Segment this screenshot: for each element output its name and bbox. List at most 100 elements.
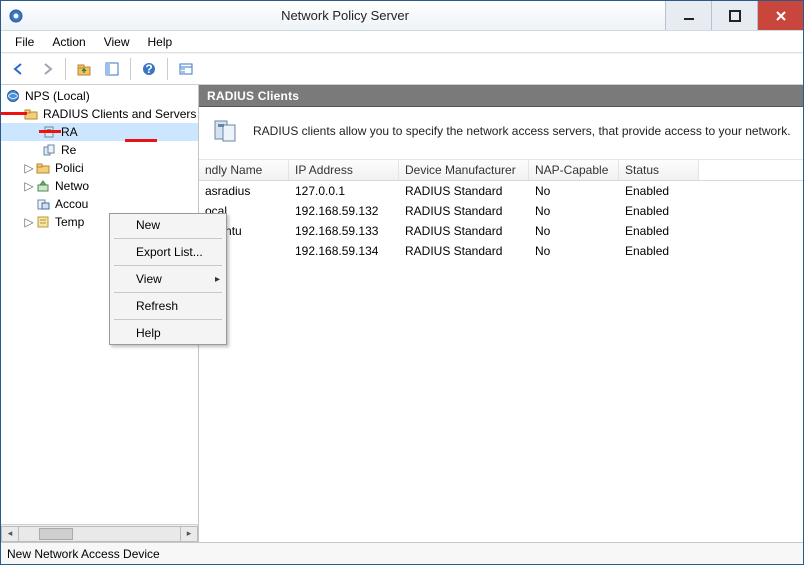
annotation-mark: [1, 112, 27, 115]
minimize-button[interactable]: [665, 1, 711, 30]
menu-action[interactable]: Action: [44, 33, 93, 51]
nav-forward-button[interactable]: [35, 57, 59, 81]
table-row[interactable]: asradius127.0.0.1RADIUS StandardNoEnable…: [199, 181, 803, 201]
cell: 192.168.59.132: [289, 201, 399, 221]
nap-icon: [35, 178, 51, 194]
tree-label: Accou: [55, 197, 88, 211]
annotation-mark: [39, 130, 61, 133]
tree-label: Netwo: [55, 179, 89, 193]
window-title: Network Policy Server: [25, 8, 665, 23]
details-header: RADIUS Clients: [199, 85, 803, 107]
title-bar: Network Policy Server: [1, 1, 803, 31]
scroll-left-button[interactable]: ◂: [1, 526, 19, 542]
ctx-refresh[interactable]: Refresh: [110, 295, 226, 317]
folder-icon: [35, 160, 51, 176]
ctx-label: View: [136, 272, 162, 286]
tree-policies[interactable]: ▷ Polici: [1, 159, 198, 177]
radius-clients-icon: [211, 117, 239, 145]
col-ip-address[interactable]: IP Address: [289, 160, 399, 180]
tree-label: RADIUS Clients and Servers: [43, 107, 196, 121]
cell: No: [529, 241, 619, 261]
svg-text:?: ?: [145, 62, 152, 76]
templates-icon: [35, 214, 51, 230]
show-hide-tree-button[interactable]: [100, 57, 124, 81]
toolbar: ?: [1, 53, 803, 85]
cell: RADIUS Standard: [399, 201, 529, 221]
tree-radius-clients[interactable]: RA: [1, 123, 198, 141]
accounting-icon: [35, 196, 51, 212]
help-button[interactable]: ?: [137, 57, 161, 81]
cell: No: [529, 221, 619, 241]
menu-file[interactable]: File: [7, 33, 42, 51]
app-window: Network Policy Server File Action View H…: [0, 0, 804, 565]
ctx-view[interactable]: View: [110, 268, 226, 290]
tree-label: Re: [61, 143, 76, 157]
cell: No: [529, 181, 619, 201]
ctx-separator: [114, 238, 222, 239]
cell: Enabled: [619, 241, 699, 261]
menu-bar: File Action View Help: [1, 31, 803, 53]
cell: Enabled: [619, 201, 699, 221]
col-friendly-name[interactable]: ndly Name: [199, 160, 289, 180]
col-status[interactable]: Status: [619, 160, 699, 180]
servers-icon: [41, 142, 57, 158]
cell: No: [529, 201, 619, 221]
tree-hscrollbar[interactable]: ◂ ▸: [1, 524, 198, 542]
tree-accounting[interactable]: ▷ Accou: [1, 195, 198, 213]
menu-help[interactable]: Help: [140, 33, 181, 51]
nav-back-button[interactable]: [7, 57, 31, 81]
table-row[interactable]: ocal192.168.59.132RADIUS StandardNoEnabl…: [199, 201, 803, 221]
clients-grid[interactable]: ndly Name IP Address Device Manufacturer…: [199, 160, 803, 542]
expand-icon[interactable]: ▷: [23, 161, 35, 175]
ctx-separator: [114, 265, 222, 266]
col-nap-capable[interactable]: NAP-Capable: [529, 160, 619, 180]
ctx-label: Refresh: [136, 299, 178, 313]
details-pane: RADIUS Clients RADIUS clients allow you …: [199, 85, 803, 542]
col-manufacturer[interactable]: Device Manufacturer: [399, 160, 529, 180]
maximize-button[interactable]: [711, 1, 757, 30]
tree-label: Polici: [55, 161, 84, 175]
details-description-row: RADIUS clients allow you to specify the …: [199, 107, 803, 160]
context-menu: New Export List... View Refresh Help: [109, 213, 227, 345]
toolbar-separator: [167, 58, 168, 80]
tree-label: Temp: [55, 215, 84, 229]
expand-icon[interactable]: ▷: [23, 179, 35, 193]
ctx-separator: [114, 319, 222, 320]
app-icon: [7, 7, 25, 25]
ctx-label: Export List...: [136, 245, 203, 259]
table-row[interactable]: 2192.168.59.134RADIUS StandardNoEnabled: [199, 241, 803, 261]
cell: 192.168.59.134: [289, 241, 399, 261]
tree-remote-servers[interactable]: Re: [1, 141, 198, 159]
scroll-track[interactable]: [19, 526, 180, 542]
toolbar-separator: [65, 58, 66, 80]
ctx-export-list[interactable]: Export List...: [110, 241, 226, 263]
grid-header[interactable]: ndly Name IP Address Device Manufacturer…: [199, 160, 803, 181]
status-text: New Network Access Device: [7, 547, 160, 561]
scroll-thumb[interactable]: [39, 528, 73, 540]
nps-icon: [5, 88, 21, 104]
cell: 192.168.59.133: [289, 221, 399, 241]
body-split: NPS (Local) RADIUS Clients and Servers R…: [1, 85, 803, 542]
expand-icon[interactable]: ▷: [23, 215, 35, 229]
cell: RADIUS Standard: [399, 221, 529, 241]
tree-label: NPS (Local): [25, 89, 90, 103]
tree-network-access[interactable]: ▷ Netwo: [1, 177, 198, 195]
ctx-help[interactable]: Help: [110, 322, 226, 344]
action-pane-button[interactable]: [174, 57, 198, 81]
toolbar-separator: [130, 58, 131, 80]
ctx-label: Help: [136, 326, 161, 340]
close-button[interactable]: [757, 1, 803, 30]
ctx-new[interactable]: New: [110, 214, 226, 236]
cell: asradius: [199, 181, 289, 201]
annotation-mark: [125, 139, 157, 142]
cell: 127.0.0.1: [289, 181, 399, 201]
tree-radius-group[interactable]: RADIUS Clients and Servers: [1, 105, 198, 123]
details-description: RADIUS clients allow you to specify the …: [253, 124, 791, 138]
status-bar: New Network Access Device: [1, 542, 803, 564]
scroll-right-button[interactable]: ▸: [180, 526, 198, 542]
tree-label: RA: [61, 125, 78, 139]
menu-view[interactable]: View: [96, 33, 138, 51]
up-folder-button[interactable]: [72, 57, 96, 81]
table-row[interactable]: ubuntu192.168.59.133RADIUS StandardNoEna…: [199, 221, 803, 241]
tree-root-nps[interactable]: NPS (Local): [1, 87, 198, 105]
